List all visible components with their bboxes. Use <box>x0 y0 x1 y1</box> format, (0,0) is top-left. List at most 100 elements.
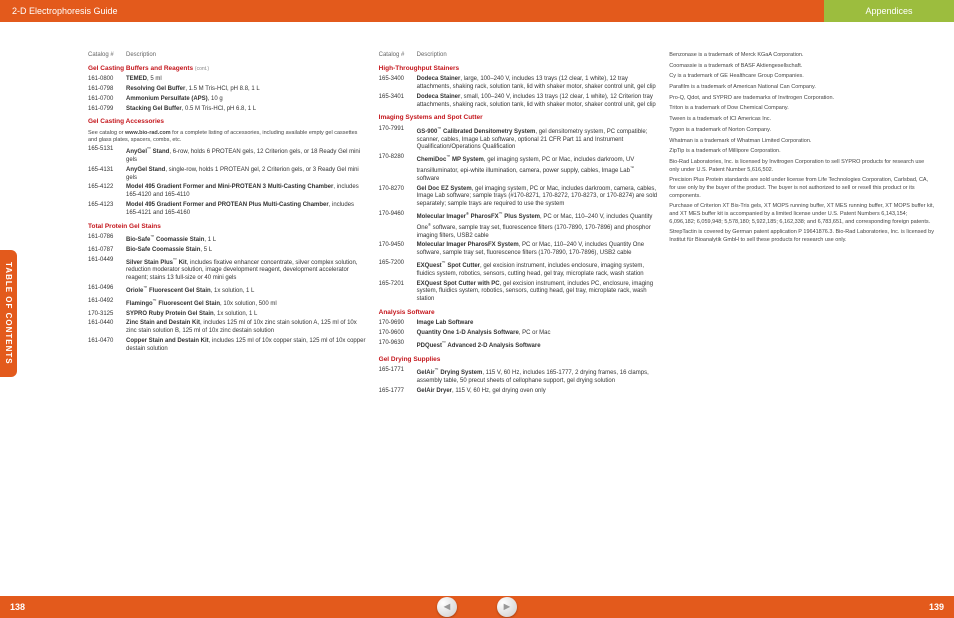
item-description: Resolving Gel Buffer, 1.5 M Tris-HCl, pH… <box>126 86 367 94</box>
catalog-row: 165-4131AnyGel Stand, single-row, holds … <box>88 167 367 183</box>
catalog-number: 161-0440 <box>88 320 126 336</box>
catalog-number: 170-9450 <box>379 242 417 258</box>
toc-tab[interactable]: TABLE OF CONTENTS <box>0 250 17 377</box>
catalog-number: 170-9600 <box>379 330 417 338</box>
trademark-text: Bio-Rad Laboratories, Inc. is licensed b… <box>669 159 934 174</box>
catalog-row: 165-7200EXQuest™ Spot Cutter, gel excisi… <box>379 260 658 279</box>
section-heading: Gel Casting Buffers and Reagents (cont.) <box>88 65 367 73</box>
catalog-number: 165-1771 <box>379 367 417 386</box>
catalog-row: 170-9630PDQuest™ Advanced 2-D Analysis S… <box>379 340 658 351</box>
catalog-number: 161-0700 <box>88 96 126 104</box>
catalog-row: 170-9460Molecular Imager® PharosFX™ Plus… <box>379 211 658 240</box>
catalog-number: 165-5131 <box>88 146 126 165</box>
item-description: Molecular Imager PharosFX System, PC or … <box>417 242 658 258</box>
catalog-row: 165-3401Dodeca Stainer, small, 100–240 V… <box>379 94 658 110</box>
catalog-number: 165-7200 <box>379 260 417 279</box>
catalog-number: 170-8270 <box>379 186 417 209</box>
item-description: Model 495 Gradient Former and PROTEAN Pl… <box>126 202 367 218</box>
section-heading: Gel Drying Supplies <box>379 356 658 364</box>
catalog-number: 161-0800 <box>88 76 126 84</box>
catalog-row: 165-7201EXQuest Spot Cutter with PC, gel… <box>379 281 658 304</box>
trademark-text: Triton is a trademark of Dow Chemical Co… <box>669 105 934 113</box>
page-number-left: 138 <box>10 602 25 612</box>
item-description: AnyGel™ Stand, 6-row, holds 6 PROTEAN ge… <box>126 146 367 165</box>
catalog-row: 161-0440Zinc Stain and Destain Kit, incl… <box>88 320 367 336</box>
catalog-row: 161-0700Ammonium Persulfate (APS), 10 g <box>88 96 367 104</box>
item-description: TEMED, 5 ml <box>126 76 367 84</box>
trademark-text: Tween is a trademark of ICI Americas Inc… <box>669 116 934 124</box>
trademark-text: Cy is a trademark of GE Healthcare Group… <box>669 73 934 81</box>
item-description: Image Lab Software <box>417 320 658 328</box>
column-3: Benzonase is a trademark of Merck KGaA C… <box>669 52 934 398</box>
catalog-number: 170-9630 <box>379 340 417 351</box>
catalog-number: 170-7991 <box>379 126 417 152</box>
catalog-number: 170-8280 <box>379 154 417 183</box>
catalog-row: 161-0798Resolving Gel Buffer, 1.5 M Tris… <box>88 86 367 94</box>
item-description: Quantity One 1-D Analysis Software, PC o… <box>417 330 658 338</box>
trademark-text: Pro-Q, Qdot, and SYPRO are trademarks of… <box>669 95 934 103</box>
section-heading: Gel Casting Accessories <box>88 118 367 126</box>
catalog-row: 161-0786Bio-Safe™ Coomassie Stain, 1 L <box>88 234 367 245</box>
item-description: Gel Doc EZ System, gel imaging system, P… <box>417 186 658 209</box>
trademark-text: Benzonase is a trademark of Merck KGaA C… <box>669 52 934 60</box>
column-1: Catalog #Description Gel Casting Buffers… <box>88 52 367 398</box>
catalog-number: 170-9460 <box>379 211 417 240</box>
catalog-row: 161-0449Silver Stain Plus™ Kit, includes… <box>88 257 367 283</box>
catalog-row: 161-0496Oriole™ Fluorescent Gel Stain, 1… <box>88 285 367 296</box>
section-heading: Imaging Systems and Spot Cutter <box>379 114 658 122</box>
trademark-text: ZipTip is a trademark of Millipore Corpo… <box>669 148 934 156</box>
item-description: Dodeca Stainer, small, 100–240 V, includ… <box>417 94 658 110</box>
catalog-row: 170-8270Gel Doc EZ System, gel imaging s… <box>379 186 658 209</box>
item-description: GS-900™ Calibrated Densitometry System, … <box>417 126 658 152</box>
catalog-row: 161-0787Bio-Safe Coomassie Stain, 5 L <box>88 247 367 255</box>
next-button[interactable]: ► <box>497 597 517 617</box>
catalog-row: 170-9450Molecular Imager PharosFX System… <box>379 242 658 258</box>
catalog-row: 170-9600Quantity One 1-D Analysis Softwa… <box>379 330 658 338</box>
item-description: EXQuest Spot Cutter with PC, gel excisio… <box>417 281 658 304</box>
item-description: Zinc Stain and Destain Kit, includes 125… <box>126 320 367 336</box>
item-description: Oriole™ Fluorescent Gel Stain, 1x soluti… <box>126 285 367 296</box>
catalog-row: 165-4122Model 495 Gradient Former and Mi… <box>88 184 367 200</box>
footer: 138 ◄ ► 139 <box>0 596 954 618</box>
catalog-row: 170-9690Image Lab Software <box>379 320 658 328</box>
section-heading: Analysis Software <box>379 309 658 317</box>
catalog-row: 165-3400Dodeca Stainer, large, 100–240 V… <box>379 76 658 92</box>
catalog-number: 161-0798 <box>88 86 126 94</box>
item-description: Silver Stain Plus™ Kit, includes fixativ… <box>126 257 367 283</box>
catalog-number: 170-9690 <box>379 320 417 328</box>
catalog-row: 165-1771GelAir™ Drying System, 115 V, 60… <box>379 367 658 386</box>
nav-buttons: ◄ ► <box>437 597 517 617</box>
catalog-number: 165-4123 <box>88 202 126 218</box>
header-section: Appendices <box>824 0 954 22</box>
header: 2-D Electrophoresis Guide Appendices <box>0 0 954 22</box>
item-description: Copper Stain and Destain Kit, includes 1… <box>126 338 367 354</box>
catalog-number: 161-0786 <box>88 234 126 245</box>
content: Catalog #Description Gel Casting Buffers… <box>0 22 954 398</box>
item-description: Stacking Gel Buffer, 0.5 M Tris-HCl, pH … <box>126 106 367 114</box>
catalog-number: 161-0492 <box>88 298 126 309</box>
trademark-text: Purchase of Criterion XT Bis-Tris gels, … <box>669 203 934 226</box>
catalog-row: 161-0470Copper Stain and Destain Kit, in… <box>88 338 367 354</box>
catalog-number: 165-7201 <box>379 281 417 304</box>
catalog-number: 170-3125 <box>88 311 126 319</box>
col-header: Catalog #Description <box>88 52 367 60</box>
catalog-row: 161-0492Flamingo™ Fluorescent Gel Stain,… <box>88 298 367 309</box>
trademark-text: Whatman is a trademark of Whatman Limite… <box>669 138 934 146</box>
item-description: GelAir Dryer, 115 V, 60 Hz, gel drying o… <box>417 388 658 396</box>
catalog-row: 161-0799Stacking Gel Buffer, 0.5 M Tris-… <box>88 106 367 114</box>
trademark-text: Coomassie is a trademark of BASF Aktieng… <box>669 63 934 71</box>
section-heading: Total Protein Gel Stains <box>88 223 367 231</box>
catalog-row: 165-5131AnyGel™ Stand, 6-row, holds 6 PR… <box>88 146 367 165</box>
catalog-row: 170-8280ChemiDoc™ MP System, gel imaging… <box>379 154 658 183</box>
catalog-row: 165-4123Model 495 Gradient Former and PR… <box>88 202 367 218</box>
item-description: PDQuest™ Advanced 2-D Analysis Software <box>417 340 658 351</box>
catalog-number: 161-0470 <box>88 338 126 354</box>
item-description: GelAir™ Drying System, 115 V, 60 Hz, inc… <box>417 367 658 386</box>
catalog-number: 161-0799 <box>88 106 126 114</box>
section-heading: High-Throughput Stainers <box>379 65 658 73</box>
prev-button[interactable]: ◄ <box>437 597 457 617</box>
catalog-number: 165-3401 <box>379 94 417 110</box>
trademark-text: Precision Plus Protein standards are sol… <box>669 177 934 200</box>
item-description: Model 495 Gradient Former and Mini-PROTE… <box>126 184 367 200</box>
item-description: Flamingo™ Fluorescent Gel Stain, 10x sol… <box>126 298 367 309</box>
